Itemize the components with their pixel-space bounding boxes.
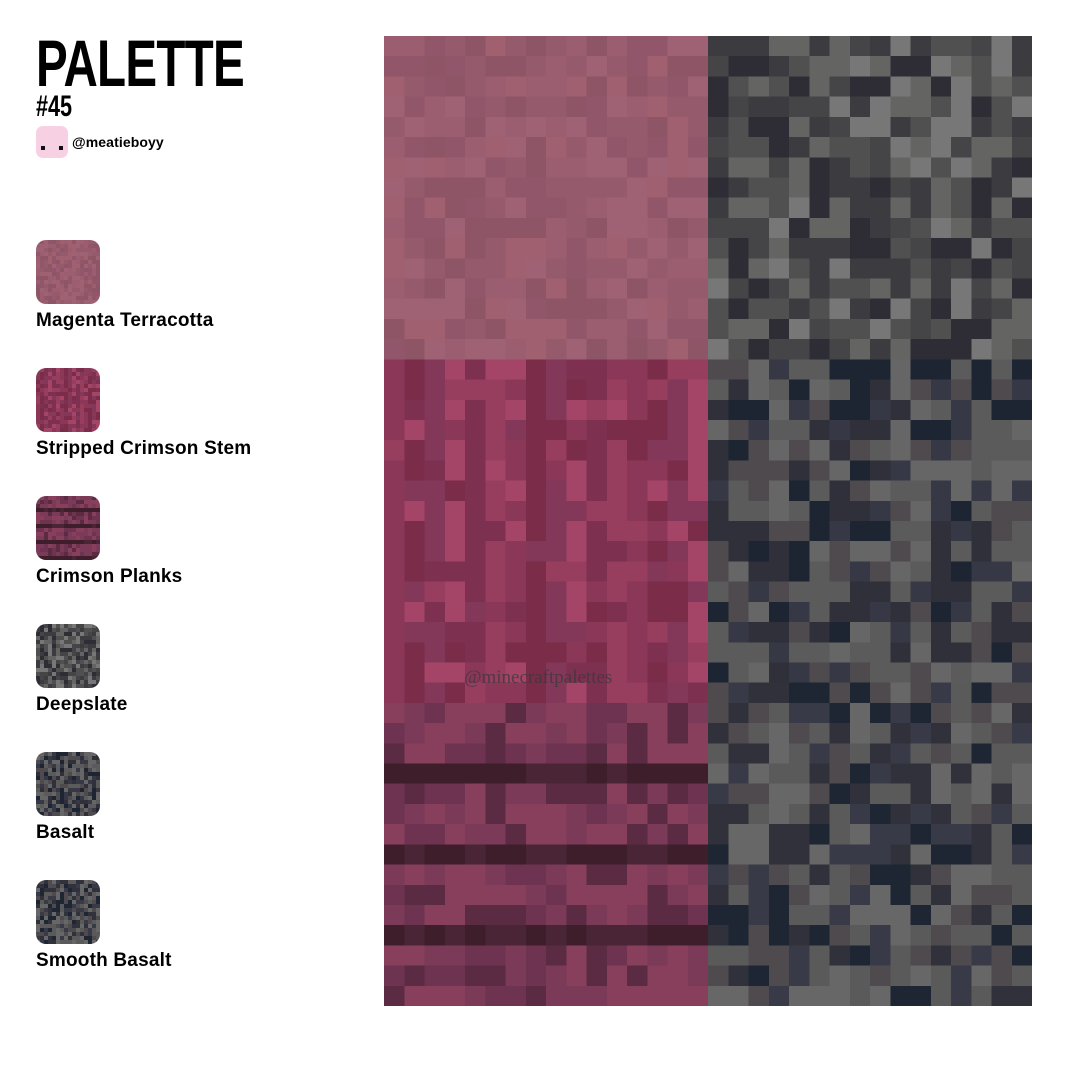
swatch-stripped-crimson-stem-icon <box>36 368 100 432</box>
texture-preview-grid <box>384 36 1032 1006</box>
avatar-icon <box>36 126 68 158</box>
swatch-crimson-planks-icon <box>36 496 100 560</box>
swatch-label: Crimson Planks <box>36 566 183 587</box>
swatch-basalt-icon <box>36 752 100 816</box>
avatar-eye-right <box>59 146 63 150</box>
swatch-item-smooth-basalt: Smooth Basalt <box>36 880 336 972</box>
swatch-item-crimson-planks: Crimson Planks <box>36 496 336 588</box>
palette-number: #45 <box>36 90 73 123</box>
author: @meatieboyy <box>36 126 164 158</box>
watermark: @minecraftpalettes <box>464 667 613 688</box>
swatch-label: Deepslate <box>36 694 128 715</box>
swatch-label: Stripped Crimson Stem <box>36 438 252 459</box>
avatar-eye-left <box>41 146 45 150</box>
swatch-label: Basalt <box>36 822 95 843</box>
swatch-label: Smooth Basalt <box>36 950 172 971</box>
palette-title: PALETTE <box>36 26 245 100</box>
swatch-deepslate-icon <box>36 624 100 688</box>
swatch-magenta-terracotta-icon <box>36 240 100 304</box>
swatch-label: Magenta Terracotta <box>36 310 214 331</box>
swatch-item-deepslate: Deepslate <box>36 624 336 716</box>
swatch-smooth-basalt-icon <box>36 880 100 944</box>
author-handle: @meatieboyy <box>72 134 164 150</box>
swatch-item-magenta-terracotta: Magenta Terracotta <box>36 240 336 332</box>
swatch-item-basalt: Basalt <box>36 752 336 844</box>
texture-preview-canvas <box>384 36 1032 1006</box>
swatch-item-stripped-crimson-stem: Stripped Crimson Stem <box>36 368 336 460</box>
